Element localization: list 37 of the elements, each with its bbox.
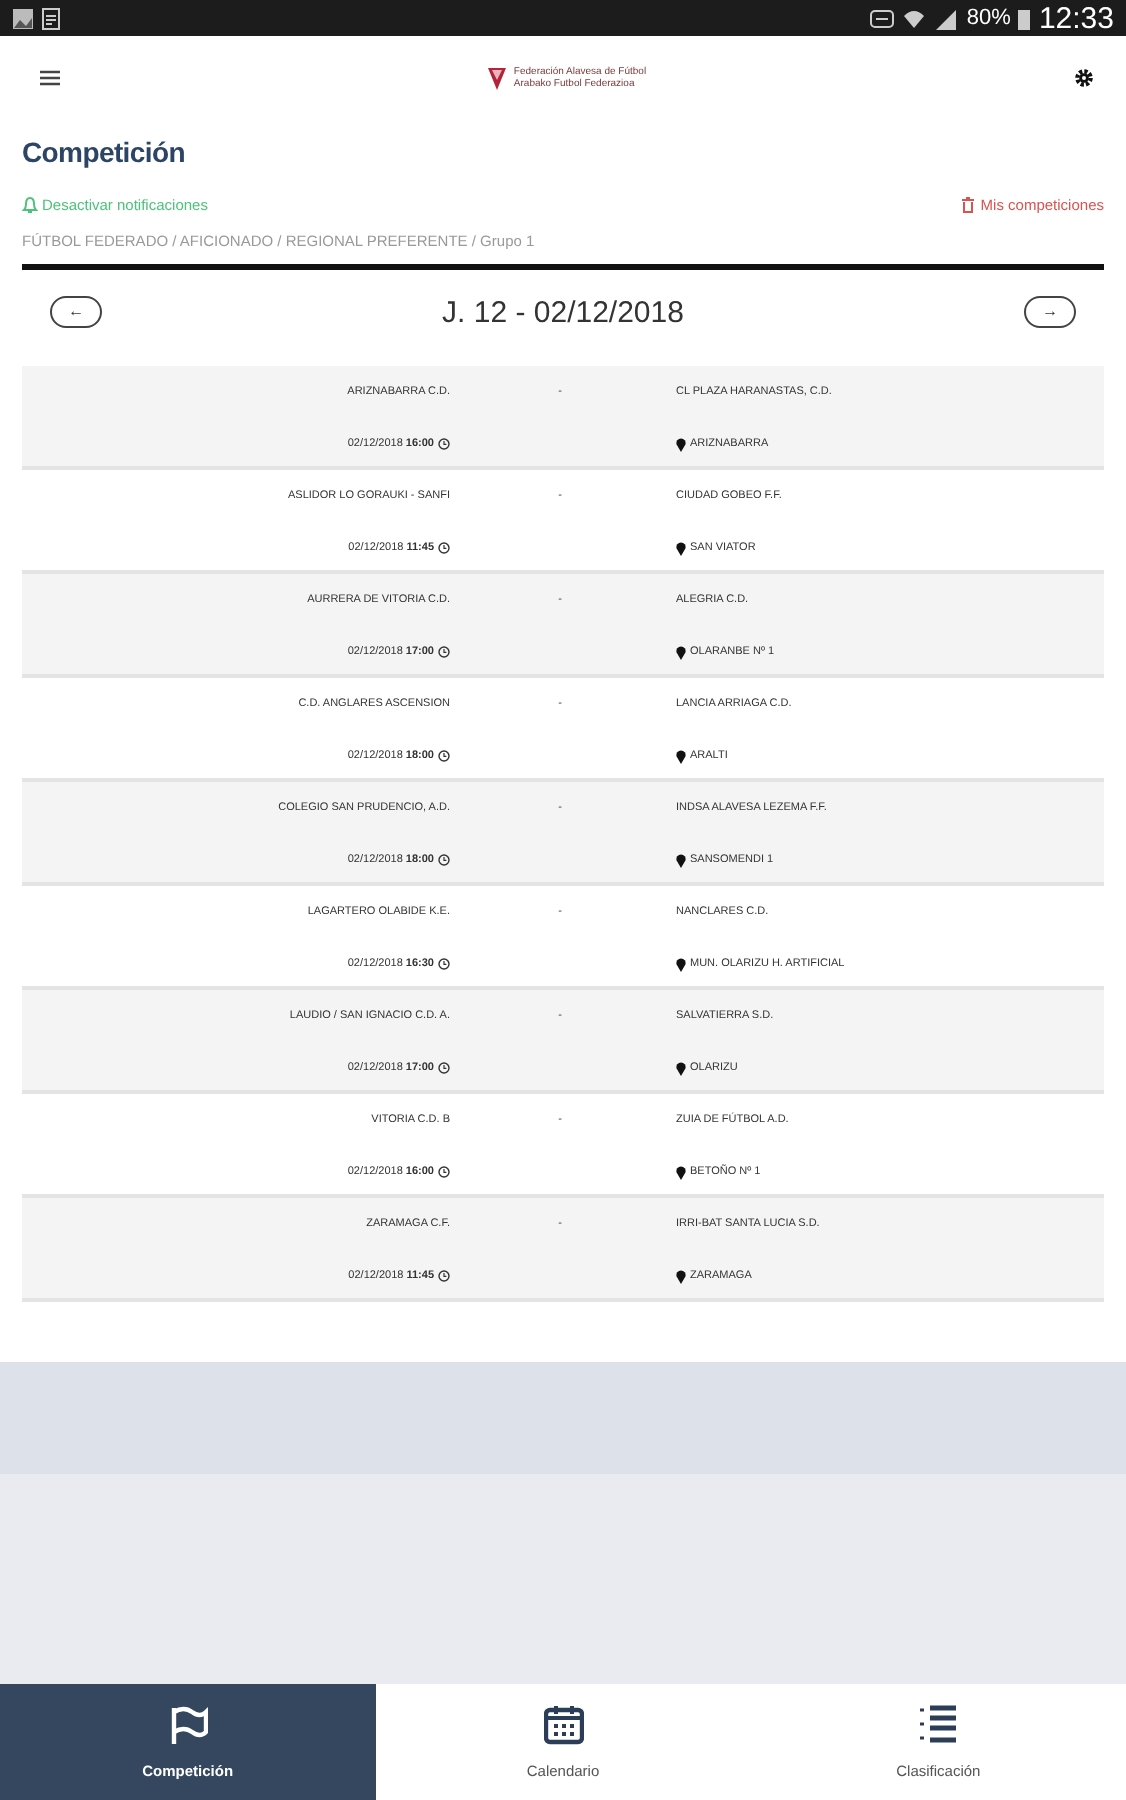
bell-icon bbox=[22, 195, 38, 213]
page-title: Competición bbox=[22, 134, 187, 172]
clock-icon bbox=[438, 1270, 450, 1282]
clock-icon bbox=[438, 958, 450, 970]
location-pin-icon bbox=[676, 645, 686, 659]
battery-icon bbox=[1018, 7, 1031, 29]
location-pin-icon bbox=[676, 437, 686, 451]
flag-icon bbox=[167, 1704, 208, 1746]
clock-icon bbox=[438, 1166, 450, 1178]
calendar-icon bbox=[543, 1704, 583, 1746]
menu-icon[interactable] bbox=[40, 70, 60, 86]
clock-time: 12:33 bbox=[1038, 1, 1114, 35]
location-pin-icon bbox=[676, 853, 686, 867]
document-icon bbox=[42, 7, 60, 29]
clock-icon bbox=[438, 750, 450, 762]
location-pin-icon bbox=[676, 749, 686, 763]
settings-icon[interactable] bbox=[1074, 68, 1094, 88]
next-round-button[interactable]: → bbox=[1024, 296, 1076, 328]
clock-icon bbox=[438, 542, 450, 554]
gallery-icon bbox=[12, 7, 34, 29]
list-icon bbox=[918, 1704, 959, 1746]
location-pin-icon bbox=[676, 957, 686, 971]
location-pin-icon bbox=[676, 1165, 686, 1179]
location-pin-icon bbox=[676, 1061, 686, 1075]
signal-icon bbox=[934, 7, 959, 29]
battery-level: 80% bbox=[966, 6, 1011, 30]
location-pin-icon bbox=[676, 1269, 686, 1283]
clock-icon bbox=[438, 646, 450, 658]
shield-logo-icon bbox=[487, 66, 506, 90]
clock-icon bbox=[438, 438, 450, 450]
wifi-icon bbox=[902, 7, 927, 29]
trash-icon bbox=[960, 195, 977, 213]
round-label: J. 12 - 02/12/2018 bbox=[442, 295, 684, 329]
previous-round-button[interactable]: ← bbox=[50, 296, 102, 328]
clock-icon bbox=[438, 1062, 450, 1074]
clock-icon bbox=[438, 854, 450, 866]
location-pin-icon bbox=[676, 541, 686, 555]
